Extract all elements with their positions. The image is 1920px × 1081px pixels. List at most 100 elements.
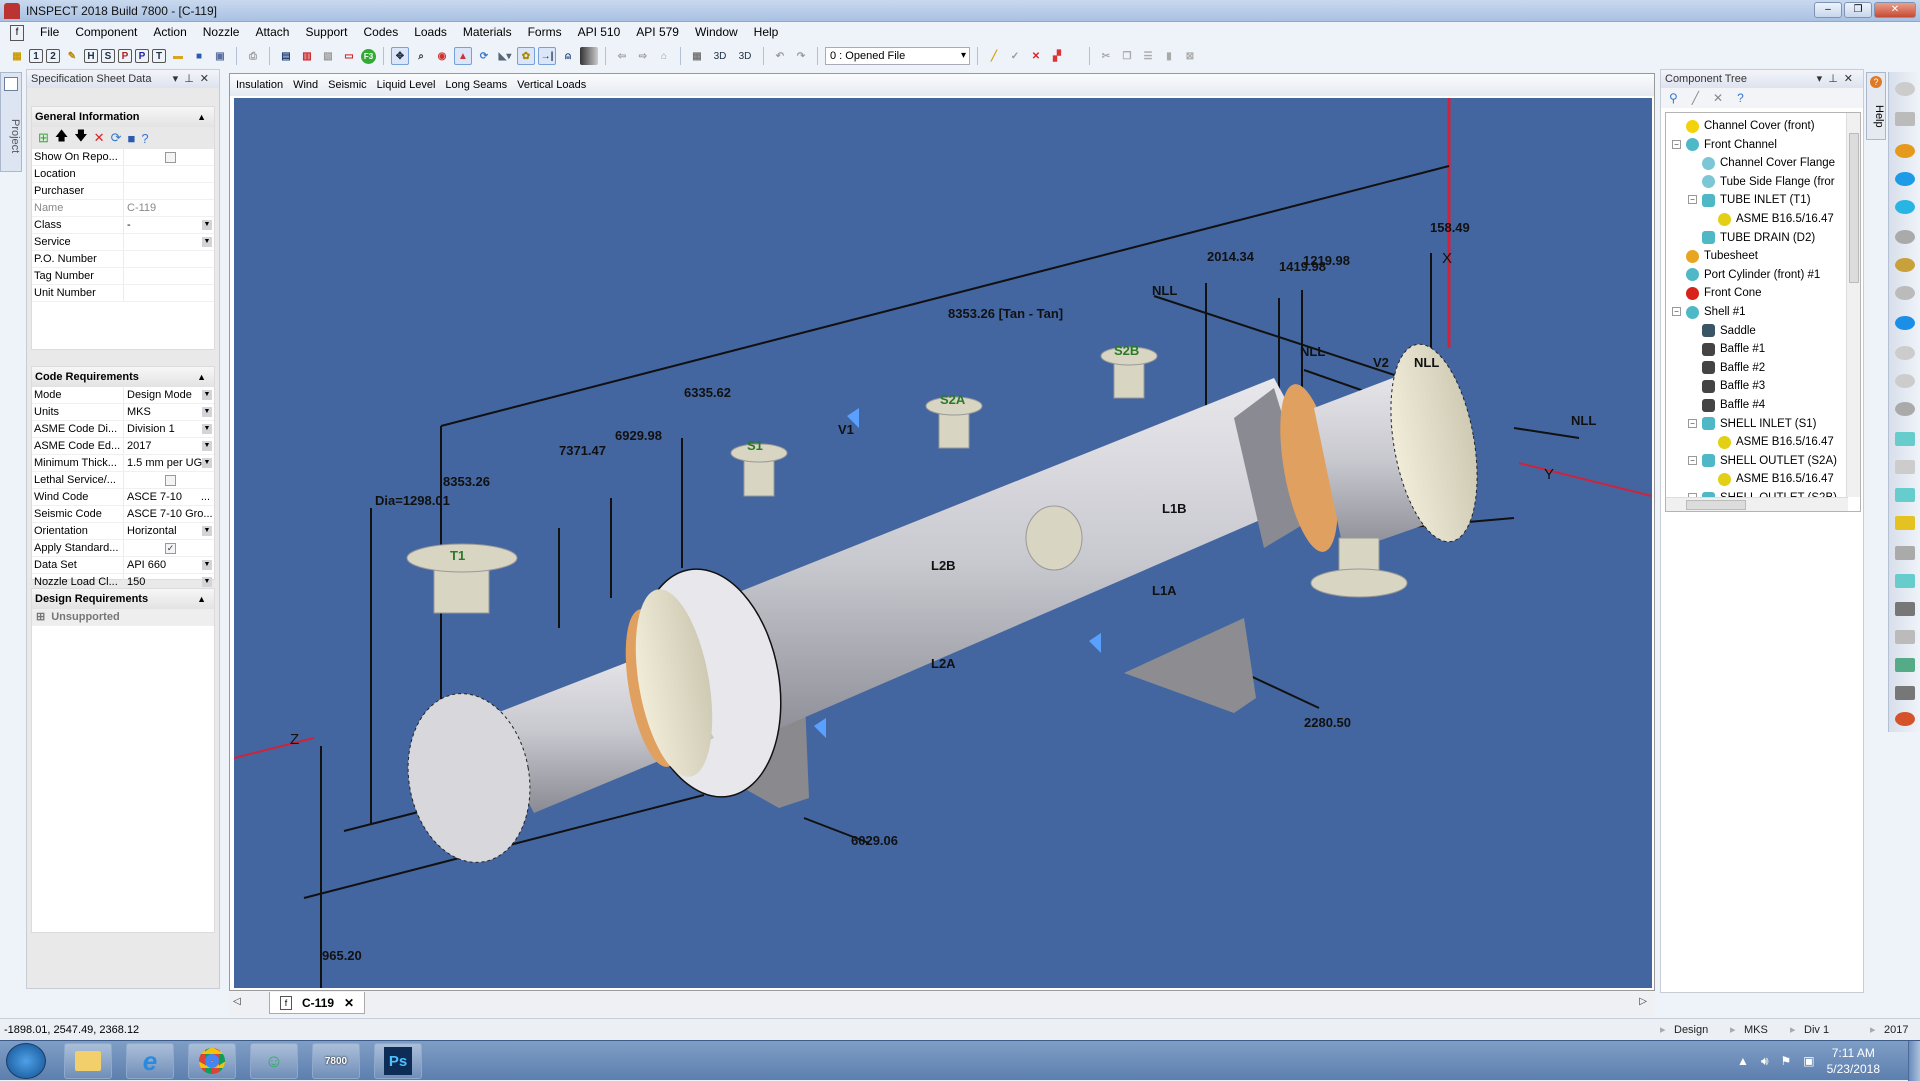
property-value[interactable] bbox=[124, 183, 214, 199]
image-icon[interactable]: ⊠ bbox=[1181, 47, 1199, 65]
property-value[interactable] bbox=[124, 285, 214, 301]
open-folder-icon[interactable]: ▬ bbox=[169, 47, 187, 65]
ellipsoidal-head-icon[interactable] bbox=[1895, 144, 1915, 158]
property-checkbox[interactable] bbox=[165, 475, 176, 486]
new-component-icon[interactable]: ▦ bbox=[8, 47, 26, 65]
collapse-toggle-icon[interactable]: − bbox=[1688, 418, 1697, 428]
action-center-icon[interactable]: ⚑ bbox=[1781, 1054, 1792, 1068]
collapse-icon[interactable]: ▲ bbox=[197, 589, 206, 609]
ellipsis-button[interactable]: ... bbox=[201, 489, 210, 505]
property-value[interactable] bbox=[124, 472, 214, 488]
property-value[interactable] bbox=[124, 149, 214, 165]
project-tab[interactable]: Project bbox=[0, 72, 22, 172]
menu-file[interactable]: File bbox=[32, 22, 67, 43]
tab-scroll-left-icon[interactable]: ◁ bbox=[233, 996, 241, 1007]
taskbar-photoshop[interactable]: Ps bbox=[374, 1043, 422, 1079]
tree-node[interactable]: Port Cylinder (front) #1 bbox=[1686, 266, 1820, 284]
redo-icon[interactable]: ↷ bbox=[792, 47, 810, 65]
node-icon[interactable]: ✿ bbox=[517, 47, 535, 65]
tree-node[interactable]: Front Cone bbox=[1686, 284, 1762, 302]
delete-row-icon[interactable]: ✕ bbox=[94, 130, 105, 146]
tree-node[interactable]: − TUBE INLET (T1) bbox=[1688, 191, 1811, 209]
property-value[interactable]: ASCE 7-10... bbox=[124, 489, 214, 505]
copy-icon[interactable]: ❐ bbox=[1118, 47, 1136, 65]
unsupported-group[interactable]: ⊞ Unsupported bbox=[32, 609, 214, 626]
minimize-button[interactable]: – bbox=[1814, 2, 1842, 18]
document-icon[interactable]: f bbox=[10, 24, 24, 41]
tree-node[interactable]: Tube Side Flange (fror bbox=[1702, 173, 1835, 191]
collapse-icon[interactable]: ▲ bbox=[197, 107, 206, 127]
menu-api579[interactable]: API 579 bbox=[628, 22, 687, 43]
3d-button[interactable]: 3D bbox=[709, 47, 731, 65]
delete-icon[interactable]: ✕ bbox=[1027, 47, 1045, 65]
property-value[interactable]: Design Mode ▼ bbox=[124, 387, 214, 403]
collapse-toggle-icon[interactable]: − bbox=[1688, 195, 1697, 205]
panel-close-icon[interactable]: ✕ bbox=[200, 73, 215, 85]
menu-attach[interactable]: Attach bbox=[247, 22, 297, 43]
cone-icon[interactable] bbox=[1895, 112, 1915, 126]
property-value[interactable]: 1.5 mm per UG ▼ bbox=[124, 455, 214, 471]
taskbar-internet-explorer[interactable]: e bbox=[126, 1043, 174, 1079]
tab-long-seams[interactable]: Long Seams bbox=[445, 79, 507, 91]
tree-node[interactable]: − Shell #1 bbox=[1672, 303, 1746, 321]
pin-icon[interactable]: ⊥ bbox=[184, 73, 200, 85]
tab-scroll-right-icon[interactable]: ▷ bbox=[1639, 996, 1647, 1007]
pan-icon[interactable]: ✥ bbox=[391, 47, 409, 65]
flat-head-icon[interactable] bbox=[1895, 230, 1915, 244]
taskbar-inspect[interactable]: 7800 bbox=[312, 1043, 360, 1079]
dropdown-arrow-icon[interactable]: ▼ bbox=[202, 220, 212, 230]
wand-icon[interactable]: ✎ bbox=[63, 47, 81, 65]
show-desktop-button[interactable] bbox=[1908, 1041, 1920, 1081]
one-button[interactable]: 1 bbox=[29, 49, 43, 63]
doc-tab-close-icon[interactable]: ✕ bbox=[344, 996, 354, 1010]
dropdown-arrow-icon[interactable]: ▼ bbox=[202, 390, 212, 400]
bell-icon[interactable]: ⍝ bbox=[559, 47, 577, 65]
f3-button[interactable]: F3 bbox=[361, 48, 376, 64]
property-value[interactable]: ▼ bbox=[124, 234, 214, 250]
refresh-icon[interactable]: ⟳ bbox=[111, 130, 122, 146]
property-value[interactable]: - ▼ bbox=[124, 217, 214, 233]
menu-help[interactable]: Help bbox=[746, 22, 787, 43]
3d-alt-button[interactable]: 3D bbox=[734, 47, 756, 65]
p4-button[interactable]: P bbox=[135, 49, 149, 63]
attach-icon[interactable]: ▞ bbox=[1048, 47, 1066, 65]
lug-icon[interactable] bbox=[1895, 630, 1915, 644]
tab-liquid-level[interactable]: Liquid Level bbox=[377, 79, 436, 91]
bellows-icon[interactable] bbox=[1895, 402, 1915, 416]
menu-nozzle[interactable]: Nozzle bbox=[195, 22, 248, 43]
tree-node[interactable]: Baffle #1 bbox=[1702, 340, 1765, 358]
leg-icon[interactable] bbox=[1895, 602, 1915, 616]
torispherical-head-icon[interactable] bbox=[1895, 172, 1915, 186]
panel-close-icon[interactable]: ✕ bbox=[1844, 73, 1859, 85]
edit-icon[interactable]: ▧ bbox=[319, 47, 337, 65]
refresh-icon[interactable]: ⟳ bbox=[475, 47, 493, 65]
collapse-toggle-icon[interactable]: − bbox=[1688, 455, 1697, 465]
jacket-icon[interactable] bbox=[1895, 432, 1915, 446]
volume-icon[interactable]: 🔊︎ bbox=[1761, 1054, 1769, 1069]
add-icon[interactable]: ⊞ bbox=[38, 130, 49, 146]
attach-icon[interactable] bbox=[1895, 516, 1915, 530]
dropdown-arrow-icon[interactable]: ▼ bbox=[202, 407, 212, 417]
find-icon[interactable]: ⚲ bbox=[1669, 91, 1678, 105]
restore-button[interactable]: ❐ bbox=[1844, 2, 1872, 18]
home-icon[interactable]: ⌂ bbox=[655, 47, 673, 65]
tree-node[interactable]: Baffle #2 bbox=[1702, 359, 1765, 377]
dropdown-arrow-icon[interactable]: ▼ bbox=[202, 577, 212, 587]
save-icon[interactable]: ■ bbox=[127, 131, 135, 146]
menu-window[interactable]: Window bbox=[687, 22, 746, 43]
property-value[interactable]: Division 1 ▼ bbox=[124, 421, 214, 437]
skirt-icon[interactable] bbox=[1895, 686, 1915, 700]
clip-icon[interactable] bbox=[1895, 546, 1915, 560]
menu-api510[interactable]: API 510 bbox=[570, 22, 629, 43]
pin-icon[interactable]: ⊥ bbox=[1828, 73, 1844, 85]
tree-node[interactable]: ASME B16.5/16.47 bbox=[1718, 470, 1834, 488]
panel-menu-icon[interactable]: ▾ bbox=[173, 73, 185, 85]
tree-node[interactable]: Channel Cover Flange bbox=[1702, 154, 1835, 172]
dropdown-arrow-icon[interactable]: ▼ bbox=[202, 424, 212, 434]
tree-node[interactable]: − SHELL INLET (S1) bbox=[1688, 415, 1817, 433]
pdf-icon[interactable]: ▥ bbox=[298, 47, 316, 65]
collapse-toggle-icon[interactable]: − bbox=[1672, 307, 1681, 316]
property-value[interactable] bbox=[124, 166, 214, 182]
dropdown-arrow-icon[interactable]: ▼ bbox=[202, 441, 212, 451]
close-button[interactable]: ✕ bbox=[1874, 2, 1916, 18]
